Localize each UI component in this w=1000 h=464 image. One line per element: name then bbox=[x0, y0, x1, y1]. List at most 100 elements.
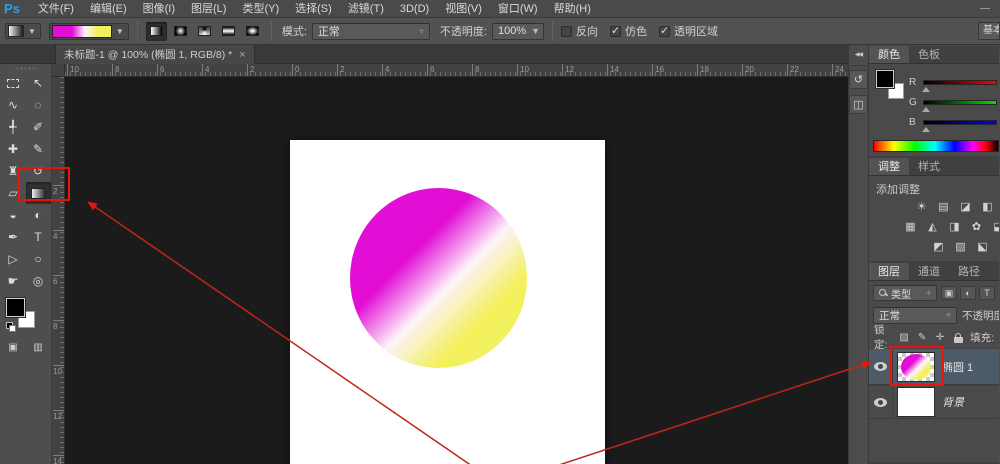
filter-adjustment-layers-icon[interactable]: ◐ bbox=[960, 286, 976, 300]
visibility-toggle[interactable] bbox=[869, 386, 893, 418]
radial-gradient-button[interactable] bbox=[170, 22, 191, 41]
tab-paths[interactable]: 路径 bbox=[949, 263, 989, 280]
gradient-map-icon[interactable]: ◫ bbox=[997, 239, 999, 254]
lock-transparent-pixels-icon[interactable]: ▨ bbox=[898, 331, 910, 344]
menu-item[interactable]: 3D(D) bbox=[392, 0, 437, 18]
layer-blend-mode-select[interactable]: 正常 ÷ bbox=[873, 307, 957, 324]
foreground-color-swatch[interactable] bbox=[876, 70, 894, 88]
lock-all-icon[interactable] bbox=[952, 331, 964, 344]
default-colors-icon[interactable] bbox=[6, 322, 15, 331]
channel-mixer-icon[interactable]: ⬓ bbox=[991, 219, 999, 234]
screen-mode-button[interactable]: ▥ bbox=[30, 340, 47, 354]
tab-layers[interactable]: 图层 bbox=[869, 263, 909, 280]
lock-image-pixels-icon[interactable]: ✎ bbox=[916, 331, 928, 344]
color-balance-icon[interactable]: ◭ bbox=[925, 219, 940, 234]
slider-handle[interactable] bbox=[922, 87, 930, 92]
eyedropper-tool[interactable]: ✐ bbox=[26, 116, 51, 138]
quick-selection-tool[interactable]: ◌ bbox=[26, 94, 51, 116]
tab-color[interactable]: 颜色 bbox=[869, 46, 909, 63]
gradient-tool[interactable] bbox=[26, 182, 51, 204]
layer-thumbnail[interactable] bbox=[897, 352, 935, 382]
slider-track[interactable] bbox=[923, 80, 997, 85]
workspace-button[interactable]: 基本功能 bbox=[978, 22, 1000, 40]
zoom-tool[interactable]: ◎ bbox=[26, 270, 51, 292]
lasso-tool[interactable]: ∿ bbox=[1, 94, 26, 116]
hand-tool[interactable]: ☛ bbox=[1, 270, 26, 292]
channel-slider-r[interactable]: R bbox=[909, 72, 999, 92]
color-spectrum-ramp[interactable] bbox=[873, 140, 999, 152]
slider-track[interactable] bbox=[923, 120, 997, 125]
tab-styles[interactable]: 样式 bbox=[909, 158, 949, 175]
slider-handle[interactable] bbox=[922, 107, 930, 112]
close-tab-icon[interactable]: × bbox=[239, 49, 245, 61]
menu-item[interactable]: 图像(I) bbox=[135, 0, 183, 18]
invert-icon[interactable]: ◩ bbox=[931, 239, 946, 254]
slider-track[interactable] bbox=[923, 100, 997, 105]
crop-tool[interactable]: ╃ bbox=[1, 116, 26, 138]
tab-channels[interactable]: 通道 bbox=[909, 263, 949, 280]
type-tool[interactable]: T bbox=[26, 226, 51, 248]
exposure-icon[interactable]: ◧ bbox=[980, 199, 995, 214]
menu-item[interactable]: 选择(S) bbox=[287, 0, 340, 18]
document-tab[interactable]: 未标题-1 @ 100% (椭圆 1, RGB/8) * × bbox=[55, 45, 255, 64]
menu-item[interactable]: 类型(Y) bbox=[234, 0, 287, 18]
channel-slider-b[interactable]: B bbox=[909, 112, 999, 132]
tab-adjustments[interactable]: 调整 bbox=[869, 158, 909, 175]
opacity-select[interactable]: 100% ▼ bbox=[492, 23, 544, 40]
menu-item[interactable]: 帮助(H) bbox=[546, 0, 599, 18]
black-white-icon[interactable]: ◨ bbox=[947, 219, 962, 234]
angle-gradient-button[interactable] bbox=[194, 22, 215, 41]
move-tool[interactable]: ↖ bbox=[26, 72, 51, 94]
menu-item[interactable]: 编辑(E) bbox=[82, 0, 135, 18]
document-canvas[interactable] bbox=[290, 140, 605, 464]
layer-name[interactable]: 椭圆 1 bbox=[942, 359, 973, 375]
menu-item[interactable]: 窗口(W) bbox=[490, 0, 546, 18]
linear-gradient-button[interactable] bbox=[146, 22, 167, 41]
menu-item[interactable]: 文件(F) bbox=[30, 0, 82, 18]
path-selection-tool[interactable]: ▷ bbox=[1, 248, 26, 270]
blur-tool[interactable]: ◒ bbox=[1, 204, 26, 226]
properties-panel-icon[interactable]: ◫ bbox=[849, 95, 868, 114]
hue-saturation-icon[interactable]: ▦ bbox=[903, 219, 918, 234]
curves-icon[interactable]: ◪ bbox=[958, 199, 973, 214]
minimize-button[interactable]: — bbox=[980, 3, 990, 14]
blend-mode-select[interactable]: 正常 ÷ bbox=[312, 23, 430, 40]
dodge-tool[interactable]: ◐ bbox=[26, 204, 51, 226]
ellipse-tool[interactable]: ○ bbox=[26, 248, 51, 270]
rectangular-marquee-tool[interactable] bbox=[1, 72, 26, 94]
levels-icon[interactable]: ▤ bbox=[936, 199, 951, 214]
healing-brush-tool[interactable]: ✚ bbox=[1, 138, 26, 160]
reflected-gradient-button[interactable] bbox=[218, 22, 239, 41]
checkbox-反向[interactable]: 反向 bbox=[561, 23, 598, 39]
checkbox-透明区域[interactable]: 透明区域 bbox=[659, 23, 718, 39]
foreground-color-swatch[interactable] bbox=[6, 298, 25, 317]
photo-filter-icon[interactable]: ✿ bbox=[969, 219, 984, 234]
filter-pixel-layers-icon[interactable]: ▣ bbox=[941, 286, 957, 300]
tab-swatches[interactable]: 色板 bbox=[909, 46, 949, 63]
clone-stamp-tool[interactable]: ♜ bbox=[1, 160, 26, 182]
history-panel-icon[interactable]: ↺ bbox=[849, 70, 868, 89]
layer-name[interactable]: 背景 bbox=[942, 394, 964, 410]
layer-filter-select[interactable]: 类型 ÷ bbox=[873, 285, 937, 301]
diamond-gradient-button[interactable] bbox=[242, 22, 263, 41]
history-brush-tool[interactable]: ↺ bbox=[26, 160, 51, 182]
layer-row-background[interactable]: 背景 bbox=[869, 385, 999, 419]
expand-panels-icon[interactable]: ◀◀ bbox=[850, 51, 867, 58]
quick-mask-button[interactable]: ▣ bbox=[5, 340, 22, 354]
panel-drag-handle[interactable] bbox=[14, 65, 37, 72]
menu-item[interactable]: 视图(V) bbox=[437, 0, 490, 18]
slider-handle[interactable] bbox=[922, 127, 930, 132]
tool-preset-picker[interactable]: ▼ bbox=[5, 23, 41, 39]
channel-slider-g[interactable]: G bbox=[909, 92, 999, 112]
gradient-editor[interactable]: ▼ bbox=[49, 23, 129, 40]
visibility-toggle[interactable] bbox=[869, 349, 893, 384]
pen-tool[interactable]: ✒ bbox=[1, 226, 26, 248]
posterize-icon[interactable]: ▨ bbox=[953, 239, 968, 254]
layer-thumbnail[interactable] bbox=[897, 387, 935, 417]
lock-position-icon[interactable]: ✛ bbox=[934, 331, 946, 344]
threshold-icon[interactable]: ⬕ bbox=[975, 239, 990, 254]
brush-tool[interactable]: ✎ bbox=[26, 138, 51, 160]
canvas-area[interactable] bbox=[66, 77, 848, 464]
eraser-tool[interactable]: ▱ bbox=[1, 182, 26, 204]
filter-type-layers-icon[interactable]: T bbox=[979, 286, 995, 300]
